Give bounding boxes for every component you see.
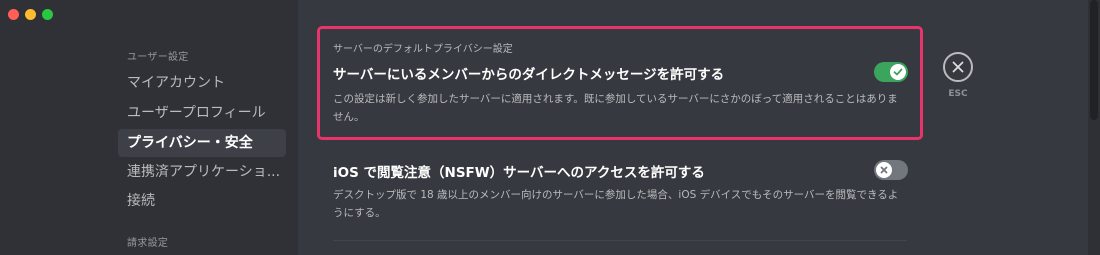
window-close-button[interactable]: [8, 9, 19, 20]
toggle-ios-nsfw-access[interactable]: [874, 160, 908, 180]
setting-title-ios-nsfw-access: iOS で閲覧注意（NSFW）サーバーへのアクセスを許可する: [333, 165, 705, 181]
window-controls: [8, 9, 53, 20]
toggle-knob: [890, 64, 906, 80]
settings-sidebar: ユーザー設定 マイアカウント ユーザープロフィール プライバシー・安全 連携済ア…: [0, 0, 298, 255]
toggle-knob: [876, 162, 892, 178]
setting-description-ios-nsfw-access: デスクトップ版で 18 歳以上のメンバー向けのサーバーに参加した場合、iOS デ…: [333, 189, 899, 219]
divider: [333, 240, 907, 241]
close-icon: [952, 61, 964, 73]
sidebar-section-user-settings: ユーザー設定: [127, 52, 189, 63]
toggle-dm-from-members[interactable]: [874, 62, 908, 82]
setting-title-dm-from-members: サーバーにいるメンバーからのダイレクトメッセージを許可する: [333, 67, 725, 83]
sidebar-section-billing-settings: 請求設定: [127, 238, 169, 249]
sidebar-item-connections[interactable]: 接続: [118, 187, 286, 215]
x-icon: [880, 166, 888, 174]
sidebar-item-my-account[interactable]: マイアカウント: [118, 69, 286, 97]
check-icon: [893, 68, 903, 76]
esc-label: ESC: [948, 89, 968, 99]
close-button[interactable]: [943, 52, 973, 82]
scrollbar-thumb[interactable]: [1090, 0, 1098, 120]
window-minimize-button[interactable]: [25, 9, 36, 20]
setting-description-dm-from-members: この設定は新しく参加したサーバーに適用されます。既に参加しているサーバーにさかの…: [333, 93, 898, 123]
window-zoom-button[interactable]: [42, 9, 53, 20]
sidebar-item-privacy-safety[interactable]: プライバシー・安全: [118, 129, 286, 157]
sidebar-item-authorized-apps[interactable]: 連携済アプリケーショ...: [118, 158, 286, 186]
section-label-server-privacy-defaults: サーバーのデフォルトプライバシー設定: [333, 44, 513, 55]
sidebar-item-user-profile[interactable]: ユーザープロフィール: [118, 99, 286, 127]
